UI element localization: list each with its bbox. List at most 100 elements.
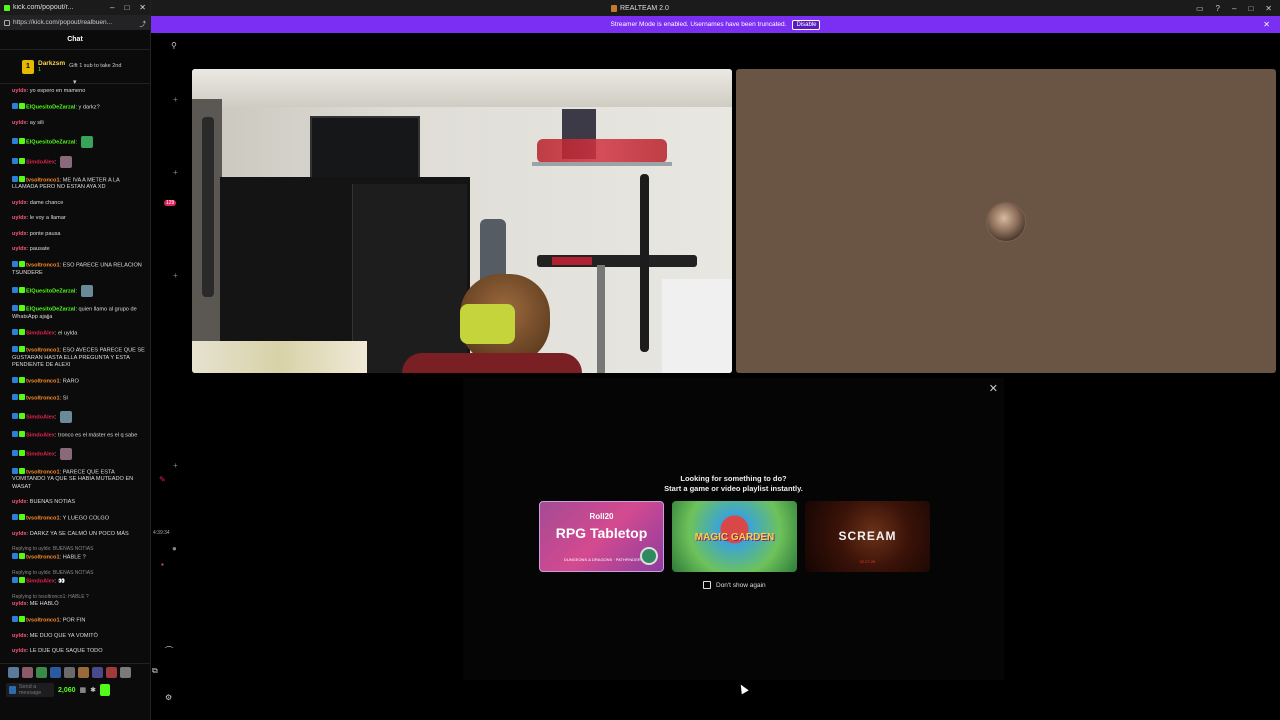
extensions-icon[interactable]: ⤴: [140, 18, 147, 28]
pencil-icon[interactable]: ✎: [159, 475, 166, 484]
calendar-icon[interactable]: ▦: [80, 686, 87, 694]
chat-username[interactable]: tvsoltronco1: [26, 347, 60, 353]
chat-message[interactable]: tvsoltronco1: ME IVA A METER A LA LLAMAD…: [12, 175, 146, 192]
chat-username[interactable]: ElQuesitoDeZarzal: [26, 139, 75, 145]
chat-message[interactable]: tvsoltronco1: SI: [12, 393, 146, 403]
rail-icon[interactable]: +: [173, 461, 178, 470]
chat-message[interactable]: uyldx: dame chance: [12, 200, 146, 207]
chevron-down-icon[interactable]: ▾: [73, 78, 77, 86]
chat-message[interactable]: tvsoltronco1: ESO AVECES PARECE QUE SE G…: [12, 346, 146, 369]
close-banner-icon[interactable]: ✕: [1263, 20, 1270, 29]
chat-username[interactable]: SimdoAlex: [26, 331, 55, 337]
chat-username[interactable]: ElQuesitoDeZarzal: [26, 307, 75, 313]
dont-show-again-checkbox[interactable]: [703, 581, 711, 589]
chat-message[interactable]: uyldx: LE DIJE QUE SAQUE TODO: [12, 648, 146, 655]
chat-message[interactable]: SimdoAlex:: [12, 447, 146, 460]
minimize-icon[interactable]: –: [110, 3, 114, 12]
chat-username[interactable]: SimdoAlex: [26, 578, 55, 584]
chat-message[interactable]: tvsoltronco1: PARECE QUE ESTA VOMITANDO …: [12, 467, 146, 491]
participant-avatar-tile[interactable]: [736, 69, 1276, 373]
settings-icon[interactable]: ✱: [90, 686, 96, 694]
chat-username[interactable]: uyldx: [12, 215, 27, 221]
chat-message[interactable]: tvsoltronco1: ESO PARECE UNA RELACION TS…: [12, 261, 146, 277]
help-icon[interactable]: ?: [1216, 4, 1220, 13]
chat-message[interactable]: SimdoAlex:: [12, 155, 146, 168]
chat-message[interactable]: SimdoAlex: el uylda: [12, 329, 146, 338]
chat-input[interactable]: Send a message: [6, 683, 54, 697]
avatar[interactable]: [986, 202, 1026, 242]
activity-tile-magic-garden[interactable]: MAGIC GARDEN: [672, 501, 797, 572]
close-icon[interactable]: ✕: [1265, 4, 1272, 13]
chat-username[interactable]: ElQuesitoDeZarzal: [26, 105, 75, 111]
chat-username[interactable]: uyldx: [12, 231, 27, 237]
chat-username[interactable]: ElQuesitoDeZarzal: [26, 289, 75, 295]
chat-username[interactable]: tvsoltronco1: [26, 379, 60, 385]
chat-username[interactable]: tvsoltronco1: [26, 469, 60, 475]
chat-message[interactable]: uyldx: DARKZ YA SE CALMÓ UN POCO MÁS: [12, 531, 146, 538]
inbox-icon[interactable]: ▭: [1196, 4, 1204, 13]
reply-context[interactable]: Replying to tvsoltronco1: HABLE ?: [12, 594, 146, 600]
chat-username[interactable]: uyldx: [12, 246, 27, 252]
chat-message[interactable]: tvsoltronco1: POR FIN: [12, 616, 146, 625]
emote-icon[interactable]: [92, 667, 103, 678]
chat-message[interactable]: uyldx: le voy a llamar: [12, 215, 146, 222]
emote-icon[interactable]: [50, 667, 61, 678]
dont-show-again-option[interactable]: Don't show again: [703, 581, 766, 589]
emote-icon[interactable]: [8, 667, 19, 678]
chat-username[interactable]: uyldx: [12, 531, 27, 537]
chat-message[interactable]: uyldx: ME DIJO QUE YA VOMITÓ: [12, 633, 146, 640]
chat-message[interactable]: ElQuesitoDeZarzal:: [12, 135, 146, 148]
chat-message[interactable]: tvsoltronco1: RARO: [12, 377, 146, 386]
chat-message[interactable]: tvsoltronco1: Y LUEGO COLGO: [12, 514, 146, 523]
chat-username[interactable]: SimdoAlex: [26, 159, 55, 165]
pinned-gift-banner[interactable]: 1 Darkzsm 1 Gift 1 sub to take 2nd ▾: [0, 50, 150, 86]
chat-message[interactable]: SimdoAlex:: [12, 410, 146, 423]
rail-icon[interactable]: +: [173, 271, 178, 280]
close-icon[interactable]: ✕: [989, 382, 998, 395]
channel-points[interactable]: 2,060: [58, 687, 76, 694]
chat-username[interactable]: uyldx: [12, 120, 27, 126]
emote-icon[interactable]: [36, 667, 47, 678]
chat-username[interactable]: SimdoAlex: [26, 414, 55, 420]
rail-icon[interactable]: +: [173, 168, 178, 177]
emote-icon[interactable]: [120, 667, 131, 678]
chat-username[interactable]: uyldx: [12, 88, 27, 94]
reply-context[interactable]: Replying to uyldx: BUENAS NOTIAS: [12, 570, 146, 576]
chat-username[interactable]: uyldx: [12, 601, 27, 607]
reply-context[interactable]: Replying to uyldx: BUENAS NOTIAS: [12, 546, 146, 552]
chat-message[interactable]: uyldx: ME HABLÓ: [12, 601, 146, 608]
chat-message[interactable]: ElQuesitoDeZarzal:: [12, 285, 146, 298]
chat-message[interactable]: uyldx: pausate: [12, 246, 146, 253]
emote-icon[interactable]: [106, 667, 117, 678]
chat-message[interactable]: uyldx: BUENAS NOTIAS: [12, 499, 146, 506]
maximize-icon[interactable]: □: [1248, 4, 1253, 13]
emote-picker-icon[interactable]: [9, 686, 16, 694]
chat-username[interactable]: tvsoltronco1: [26, 618, 60, 624]
chat-username[interactable]: SimdoAlex: [26, 432, 55, 438]
send-chat-button[interactable]: [100, 684, 111, 696]
chat-username[interactable]: tvsoltronco1: [26, 177, 60, 183]
activity-tile-rpg-tabletop[interactable]: Roll20 RPG Tabletop DUNGEONS & DRAGONS ·…: [539, 501, 664, 572]
address-bar[interactable]: https://kick.com/popout/realbuen... ⤴: [0, 15, 150, 30]
add-user-icon[interactable]: ⚲: [171, 41, 177, 50]
chat-message[interactable]: ElQuesitoDeZarzal: quien llamo al grupo …: [12, 305, 146, 321]
chat-message[interactable]: tvsoltronco1: HABLE ?: [12, 553, 146, 562]
activity-tile-scream[interactable]: SCREAM 02.27.26: [805, 501, 930, 572]
chat-username[interactable]: uyldx: [12, 499, 27, 505]
gear-icon[interactable]: ⚙: [165, 693, 172, 702]
emote-icon[interactable]: [64, 667, 75, 678]
chat-username[interactable]: uyldx: [12, 633, 27, 639]
chat-message[interactable]: uyldx: yo espero en mameno: [12, 88, 146, 95]
emote-icon[interactable]: [78, 667, 89, 678]
stream-icon[interactable]: ▪: [161, 560, 164, 569]
headset-icon[interactable]: ⌒: [165, 645, 173, 656]
chat-message[interactable]: uyldx: ay sili: [12, 120, 146, 127]
participant-camera-feed[interactable]: [192, 69, 732, 373]
chat-username[interactable]: uyldx: [12, 648, 27, 654]
chat-username[interactable]: tvsoltronco1: [26, 516, 60, 522]
chat-username[interactable]: uyldx: [12, 200, 27, 206]
minimize-icon[interactable]: –: [1232, 4, 1236, 13]
chat-message[interactable]: ElQuesitoDeZarzal: y darkz?: [12, 103, 146, 112]
chat-message[interactable]: uyldx: ponte pausa: [12, 231, 146, 238]
disable-button[interactable]: Disable: [792, 19, 821, 30]
